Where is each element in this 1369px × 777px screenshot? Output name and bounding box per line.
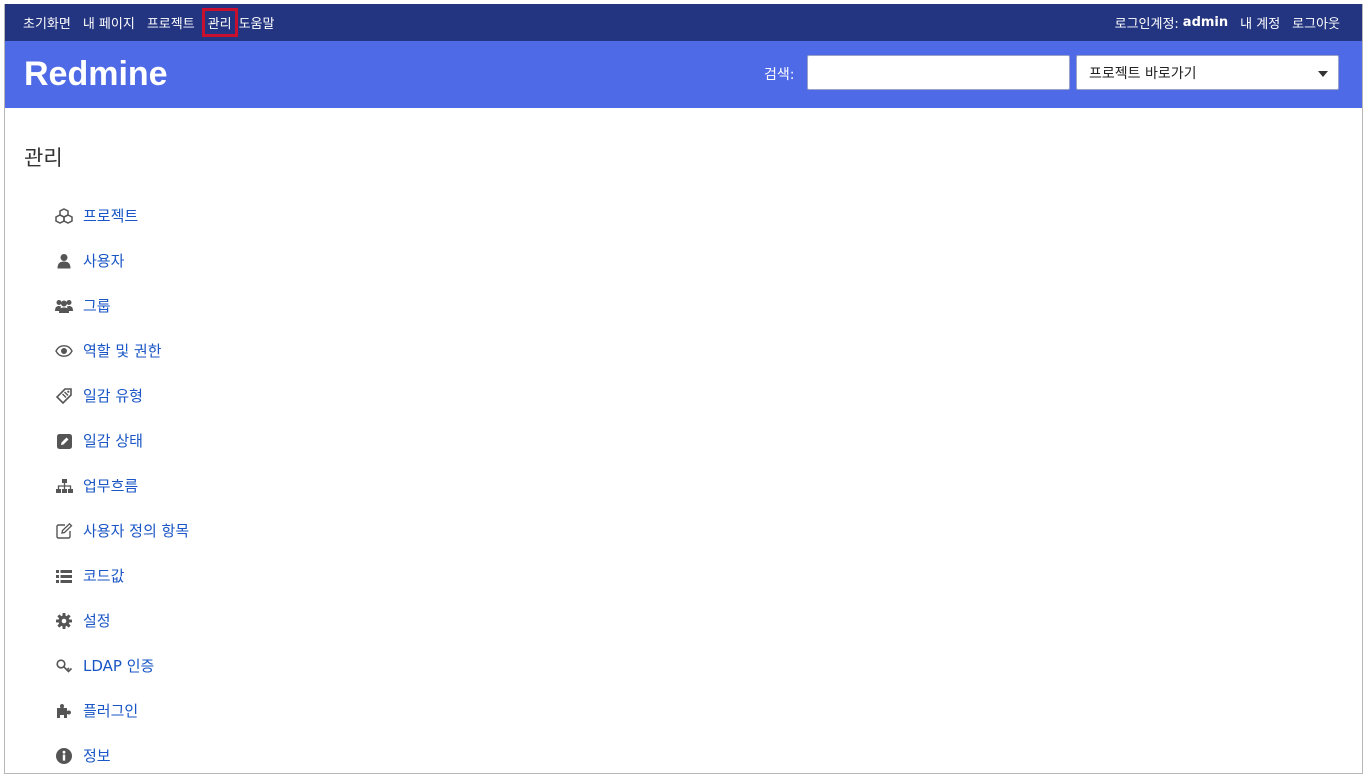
admin-menu: 프로젝트 사용자 그룹 역할 및 권한 일감 유형 일감 상태 업무흐름 사용자… [55,207,189,773]
edit-outline-icon [55,522,73,540]
admin-menu-link-plugins[interactable]: 플러그인 [83,702,138,720]
eye-icon [55,342,73,360]
project-jump-select[interactable]: 프로젝트 바로가기 [1076,55,1339,90]
top-menu-help[interactable]: 도움말 [239,13,275,32]
admin-menu-item-settings: 설정 [55,612,189,657]
admin-menu-item-groups: 그룹 [55,297,189,342]
admin-menu-link-roles[interactable]: 역할 및 권한 [83,342,162,360]
admin-menu-link-enumerations[interactable]: 코드값 [83,567,124,585]
admin-menu-item-workflows: 업무흐름 [55,477,189,522]
admin-menu-link-info[interactable]: 정보 [83,747,111,765]
admin-menu-item-plugins: 플러그인 [55,702,189,747]
top-menu-administration[interactable]: 관리 [201,8,238,37]
top-menu-projects[interactable]: 프로젝트 [147,13,195,32]
gear-icon [55,612,73,630]
top-menu: 초기화면 내 페이지 프로젝트 관리 도움말 로그인계정: admin 내 계정… [5,4,1362,41]
tag-icon [55,387,73,405]
admin-menu-link-settings[interactable]: 설정 [83,612,111,630]
admin-menu-link-projects[interactable]: 프로젝트 [83,207,138,225]
top-menu-home[interactable]: 초기화면 [23,13,71,32]
top-menu-my-page[interactable]: 내 페이지 [83,13,135,32]
admin-menu-item-users: 사용자 [55,252,189,297]
admin-menu-item-issue-statuses: 일감 상태 [55,432,189,477]
puzzle-icon [55,702,73,720]
admin-menu-link-issue-statuses[interactable]: 일감 상태 [83,432,143,450]
admin-menu-link-custom-fields[interactable]: 사용자 정의 항목 [83,522,189,540]
admin-menu-item-ldap: LDAP 인증 [55,657,189,702]
projects-icon [55,207,73,225]
info-icon [55,747,73,765]
app-logo: Redmine [24,55,168,93]
edit-square-icon [55,432,73,450]
admin-menu-link-trackers[interactable]: 일감 유형 [83,387,143,405]
account-menu: 로그인계정: admin 내 계정 로그아웃 [1115,4,1340,41]
user-icon [55,252,73,270]
admin-menu-item-projects: 프로젝트 [55,207,189,252]
page-frame: 초기화면 내 페이지 프로젝트 관리 도움말 로그인계정: admin 내 계정… [4,4,1363,774]
group-icon [55,297,73,315]
top-menu-left: 초기화면 내 페이지 프로젝트 관리 도움말 [23,4,286,41]
admin-menu-item-custom-fields: 사용자 정의 항목 [55,522,189,567]
admin-menu-item-enumerations: 코드값 [55,567,189,612]
key-icon [55,657,73,675]
my-account-link[interactable]: 내 계정 [1240,13,1280,32]
project-jump-label: 프로젝트 바로가기 [1089,65,1197,82]
sitemap-icon [55,477,73,495]
admin-menu-link-workflows[interactable]: 업무흐름 [83,477,138,495]
main-content: 관리 프로젝트 사용자 그룹 역할 및 권한 일감 유형 일감 상태 업무흐름 … [5,108,1362,773]
admin-menu-link-groups[interactable]: 그룹 [83,297,111,315]
page-title: 관리 [24,146,63,170]
admin-menu-link-ldap[interactable]: LDAP 인증 [83,657,154,675]
search-input[interactable] [807,55,1070,90]
admin-menu-item-info: 정보 [55,747,189,773]
admin-menu-item-trackers: 일감 유형 [55,387,189,432]
search-label: 검색: [764,67,795,83]
admin-menu-item-roles: 역할 및 권한 [55,342,189,387]
logged-user-link[interactable]: admin [1183,15,1228,30]
list-icon [55,567,73,585]
admin-menu-link-users[interactable]: 사용자 [83,252,124,270]
header: Redmine 검색: 프로젝트 바로가기 [5,41,1362,108]
logged-as-label: 로그인계정: [1114,17,1179,32]
logout-link[interactable]: 로그아웃 [1292,13,1340,32]
caret-down-icon [1318,71,1328,77]
